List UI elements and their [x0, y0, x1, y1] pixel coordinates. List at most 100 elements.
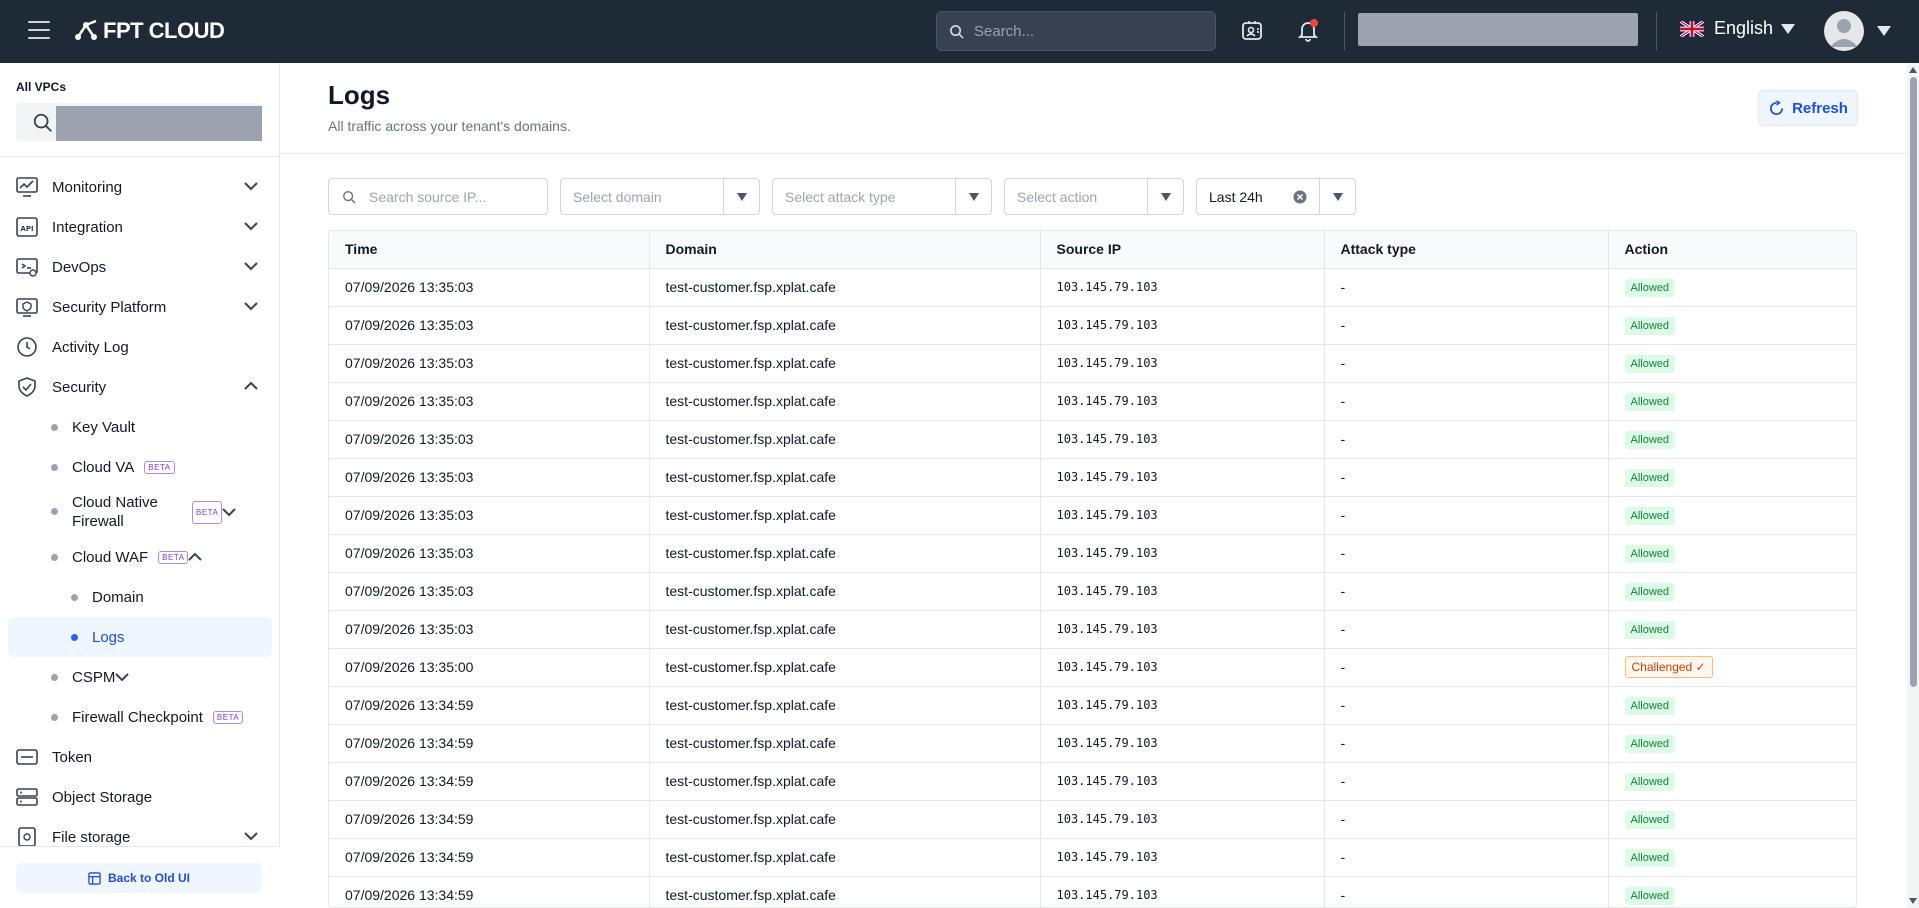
table-row[interactable]: 07/09/2026 13:35:03 test-customer.fsp.xpl… — [329, 268, 1856, 307]
column-header-action[interactable]: Action — [1608, 231, 1856, 269]
table-row[interactable]: 07/09/2026 13:35:03 test-customer.fsp.xpl… — [329, 534, 1856, 573]
cell-attack-type: - — [1324, 458, 1609, 497]
brand-logo[interactable]: FPT CLOUD — [72, 16, 225, 46]
status-badge-allowed: Allowed — [1624, 696, 1676, 715]
status-badge-allowed: Allowed — [1624, 810, 1676, 829]
table-row[interactable]: 07/09/2026 13:34:59 test-customer.fsp.xpl… — [329, 724, 1856, 763]
source-ip-search[interactable]: Search source IP... — [328, 178, 548, 215]
user-avatar[interactable] — [1824, 11, 1864, 51]
table-row[interactable]: 07/09/2026 13:35:03 test-customer.fsp.xpl… — [329, 458, 1856, 497]
hamburger-menu-icon[interactable] — [28, 21, 50, 39]
cell-attack-type: - — [1324, 686, 1609, 725]
sidebar-subitem-logs[interactable]: Logs — [8, 617, 272, 657]
table-row[interactable]: 07/09/2026 13:35:03 test-customer.fsp.xpl… — [329, 344, 1856, 383]
cell-source-ip: 103.145.79.103 — [1040, 458, 1325, 497]
refresh-button[interactable]: Refresh — [1758, 90, 1858, 126]
column-header-source-ip[interactable]: Source IP — [1040, 231, 1325, 269]
cell-domain: test-customer.fsp.xplat.cafe — [649, 610, 1041, 649]
cell-domain: test-customer.fsp.xplat.cafe — [649, 572, 1041, 611]
dropdown-toggle[interactable] — [1147, 179, 1183, 214]
table-row[interactable]: 07/09/2026 13:34:59 test-customer.fsp.xpl… — [329, 686, 1856, 725]
table-row[interactable]: 07/09/2026 13:34:59 test-customer.fsp.xpl… — [329, 800, 1856, 839]
token-icon — [16, 746, 38, 768]
account-menu-chevron-icon[interactable] — [1877, 26, 1891, 36]
dropdown-toggle[interactable] — [723, 179, 759, 214]
notification-bell-icon[interactable] — [1296, 18, 1322, 44]
column-header-time[interactable]: Time — [329, 231, 650, 269]
clear-icon[interactable] — [1293, 190, 1307, 204]
attack-type-select[interactable]: Select attack type — [772, 178, 992, 215]
chevron-down-icon — [1781, 23, 1796, 34]
chevron-down-icon — [115, 673, 130, 682]
beta-badge: BETA — [158, 550, 189, 564]
sidebar-subitem-firewall-checkpoint[interactable]: Firewall Checkpoint BETA — [0, 697, 280, 737]
global-search-input[interactable] — [974, 22, 1194, 40]
status-badge-allowed: Allowed — [1624, 468, 1676, 487]
sidebar-subitem-cspm[interactable]: CSPM — [0, 657, 280, 697]
contacts-icon[interactable] — [1240, 18, 1266, 44]
column-header-attack-type[interactable]: Attack type — [1324, 231, 1609, 269]
cell-source-ip: 103.145.79.103 — [1040, 800, 1325, 839]
global-search[interactable] — [936, 11, 1216, 51]
cell-time: 07/09/2026 13:34:59 — [329, 876, 650, 907]
language-selector[interactable]: English — [1680, 18, 1796, 39]
sidebar-subitem-cloud-va[interactable]: Cloud VA BETA — [0, 447, 280, 487]
back-to-old-ui-button[interactable]: Back to Old UI — [16, 863, 262, 893]
status-badge-allowed: Allowed — [1624, 430, 1676, 449]
status-badge-allowed: Allowed — [1624, 354, 1676, 373]
status-badge-allowed: Allowed — [1624, 392, 1676, 411]
action-select[interactable]: Select action — [1004, 178, 1184, 215]
sidebar-item-label: Integration — [52, 218, 123, 236]
table-row[interactable]: 07/09/2026 13:35:03 test-customer.fsp.xpl… — [329, 420, 1856, 459]
scrollbar-thumb[interactable] — [1910, 77, 1917, 687]
scroll-up-arrow-icon[interactable] — [1909, 67, 1917, 73]
table-header-row: Time Domain Source IP Attack type Action — [329, 231, 1856, 269]
cell-attack-type: - — [1324, 496, 1609, 535]
cell-time: 07/09/2026 13:35:03 — [329, 496, 650, 535]
cell-attack-type: - — [1324, 610, 1609, 649]
status-badge-allowed: Allowed — [1624, 278, 1676, 297]
sidebar-item-label: Token — [52, 748, 93, 766]
cell-source-ip: 103.145.79.103 — [1040, 496, 1325, 535]
sidebar-subitem-domain[interactable]: Domain — [0, 577, 280, 617]
sidebar: All VPCs Monitoring API Integration DevO… — [0, 63, 280, 908]
sidebar-item-token[interactable]: Token — [0, 737, 280, 777]
sidebar-subitem-key-vault[interactable]: Key Vault — [0, 407, 280, 447]
cell-source-ip: 103.145.79.103 — [1040, 724, 1325, 763]
sidebar-item-security[interactable]: Security — [0, 367, 280, 407]
sidebar-subitem-cloud-waf[interactable]: Cloud WAF BETA — [0, 537, 280, 577]
table-row[interactable]: 07/09/2026 13:34:59 test-customer.fsp.xpl… — [329, 876, 1856, 907]
sidebar-item-devops[interactable]: DevOps — [0, 247, 280, 287]
search-icon — [33, 113, 52, 132]
sidebar-item-monitoring[interactable]: Monitoring — [0, 167, 280, 207]
cell-time: 07/09/2026 13:35:03 — [329, 572, 650, 611]
sidebar-subitem-cloud-native-firewall[interactable]: Cloud Native Firewall BETA — [0, 487, 280, 537]
sidebar-item-security-platform[interactable]: Security Platform — [0, 287, 280, 327]
sidebar-item-activity-log[interactable]: Activity Log — [0, 327, 280, 367]
dropdown-toggle[interactable] — [1319, 179, 1355, 214]
table-row[interactable]: 07/09/2026 13:35:03 test-customer.fsp.xpl… — [329, 572, 1856, 611]
table-row[interactable]: 07/09/2026 13:35:00 test-customer.fsp.xpl… — [329, 648, 1856, 687]
cell-domain: test-customer.fsp.xplat.cafe — [649, 686, 1041, 725]
table-row[interactable]: 07/09/2026 13:34:59 test-customer.fsp.xpl… — [329, 762, 1856, 801]
table-row[interactable]: 07/09/2026 13:34:59 test-customer.fsp.xpl… — [329, 838, 1856, 877]
chevron-down-icon — [244, 222, 258, 231]
sidebar-item-label: Activity Log — [52, 338, 129, 356]
table-row[interactable]: 07/09/2026 13:35:03 test-customer.fsp.xpl… — [329, 610, 1856, 649]
domain-select[interactable]: Select domain — [560, 178, 760, 215]
dropdown-toggle[interactable] — [955, 179, 991, 214]
table-row[interactable]: 07/09/2026 13:35:03 test-customer.fsp.xpl… — [329, 496, 1856, 535]
scroll-down-arrow-icon[interactable] — [1909, 898, 1917, 904]
page-scrollbar[interactable] — [1907, 63, 1919, 908]
vpc-search[interactable] — [16, 103, 262, 141]
cell-time: 07/09/2026 13:35:03 — [329, 268, 650, 307]
sidebar-item-integration[interactable]: API Integration — [0, 207, 280, 247]
sidebar-item-object-storage[interactable]: Object Storage — [0, 777, 280, 817]
column-header-domain[interactable]: Domain — [649, 231, 1041, 269]
fpt-logo-icon — [75, 19, 97, 40]
table-row[interactable]: 07/09/2026 13:35:03 test-customer.fsp.xpl… — [329, 382, 1856, 421]
chevron-down-icon — [244, 182, 258, 191]
bullet-dot — [51, 464, 58, 471]
time-range-select[interactable]: Last 24h — [1196, 178, 1356, 215]
table-row[interactable]: 07/09/2026 13:35:03 test-customer.fsp.xpl… — [329, 306, 1856, 345]
